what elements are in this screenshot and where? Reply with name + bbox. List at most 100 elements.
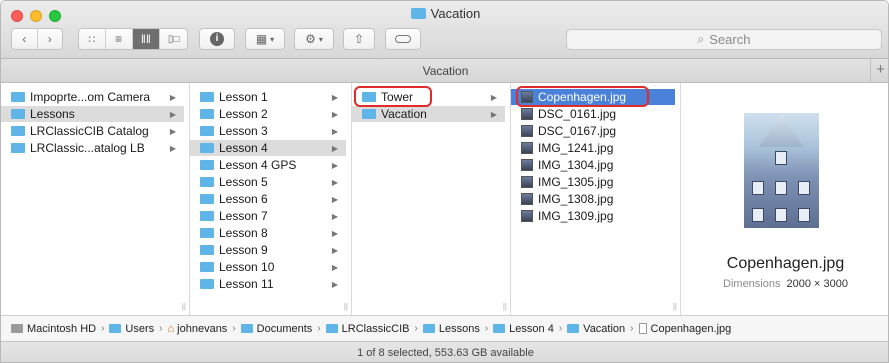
column-resize-handle[interactable]: || xyxy=(182,302,186,311)
folder-icon xyxy=(200,245,214,255)
browser-column[interactable]: || Tower ▶ Vacation ▶ xyxy=(352,83,511,315)
cover-flow-button[interactable]: ▯□ xyxy=(160,29,187,49)
folder-row[interactable]: Lesson 5 ▶ xyxy=(190,174,346,190)
share-icon: ⇧ xyxy=(353,32,365,46)
add-tab-button[interactable]: + xyxy=(870,59,888,83)
folder-row[interactable]: Vacation ▶ xyxy=(352,106,505,122)
search-placeholder: Search xyxy=(709,32,751,47)
list-view-button[interactable]: ≡ xyxy=(106,29,133,49)
file-row[interactable]: IMG_1309.jpg xyxy=(511,208,675,224)
breadcrumb-item[interactable]: Copenhagen.jpg xyxy=(638,323,731,335)
chevron-down-icon: ▾ xyxy=(270,34,275,44)
back-button[interactable]: ‹ xyxy=(12,29,38,49)
breadcrumb-item[interactable]: Vacation xyxy=(567,323,625,335)
folder-icon xyxy=(200,177,214,187)
row-label: Lesson 2 xyxy=(219,107,268,121)
disclosure-arrow-icon: ▶ xyxy=(331,143,338,153)
disclosure-arrow-icon: ▶ xyxy=(331,194,338,204)
icon-view-button[interactable]: ∷ xyxy=(79,29,106,49)
row-label: Lesson 5 xyxy=(219,175,268,189)
search-field[interactable]: ⌕ Search xyxy=(566,29,882,50)
file-row[interactable]: DSC_0161.jpg xyxy=(511,106,675,122)
breadcrumb-item[interactable]: Lesson 4 xyxy=(493,323,554,335)
folder-icon xyxy=(200,228,214,238)
breadcrumb-label: johnevans xyxy=(177,322,228,335)
folder-row[interactable]: Lesson 11 ▶ xyxy=(190,276,346,292)
breadcrumb-item[interactable]: LRClassicCIB xyxy=(325,323,410,335)
file-row[interactable]: IMG_1241.jpg xyxy=(511,140,675,156)
breadcrumb-item[interactable]: Users xyxy=(109,323,154,335)
folder-row[interactable]: Lesson 4 GPS ▶ xyxy=(190,157,346,173)
breadcrumb-separator-icon: › xyxy=(558,323,563,334)
row-label: Lesson 11 xyxy=(219,277,274,291)
column-resize-handle[interactable]: || xyxy=(344,302,348,311)
column-resize-handle[interactable]: || xyxy=(673,302,677,311)
path-header-label: Vacation xyxy=(422,64,469,78)
folder-row[interactable]: Lesson 6 ▶ xyxy=(190,191,346,207)
action-button[interactable]: ⚙ ▾ xyxy=(294,28,334,50)
row-label: IMG_1304.jpg xyxy=(538,158,614,172)
breadcrumb-item[interactable]: Macintosh HD xyxy=(11,323,96,335)
path-bar: Macintosh HD › Users › ⌂ johnevans › Documents ›… xyxy=(1,315,888,341)
folder-row[interactable]: LRClassic...atalog LB ▶ xyxy=(1,140,184,156)
disclosure-arrow-icon: ▶ xyxy=(331,177,338,187)
preview-dimensions: Dimensions 2000 × 3000 xyxy=(723,278,848,290)
disclosure-arrow-icon: ▶ xyxy=(331,228,338,238)
row-label: Lesson 3 xyxy=(219,124,268,138)
row-label: IMG_1309.jpg xyxy=(538,209,614,223)
folder-row[interactable]: Lesson 3 ▶ xyxy=(190,123,346,139)
disclosure-arrow-icon: ▶ xyxy=(490,92,497,102)
tags-button[interactable] xyxy=(385,28,421,50)
forward-button[interactable]: › xyxy=(38,29,63,49)
get-info-button[interactable]: i xyxy=(199,28,235,50)
disclosure-arrow-icon: ▶ xyxy=(169,109,176,119)
breadcrumb-item[interactable]: ⌂ johnevans xyxy=(168,323,228,335)
folder-row[interactable]: Lesson 8 ▶ xyxy=(190,225,346,241)
breadcrumb-item[interactable]: Documents xyxy=(240,323,312,335)
browser-column[interactable]: || Lesson 1 ▶ Lesson 2 ▶ Lesson 3 ▶ Lesson 4 ▶ Le… xyxy=(190,83,352,315)
folder-row[interactable]: Lesson 7 ▶ xyxy=(190,208,346,224)
disclosure-arrow-icon: ▶ xyxy=(490,109,497,119)
browser-column[interactable]: || Copenhagen.jpg DSC_0161.jpg DSC_0167.jpg… xyxy=(511,83,681,315)
folder-row[interactable]: Lesson 2 ▶ xyxy=(190,106,346,122)
share-button[interactable]: ⇧ xyxy=(343,28,375,50)
folder-icon xyxy=(200,92,214,102)
plus-icon: + xyxy=(876,61,885,78)
back-forward-group: ‹ › xyxy=(11,28,63,50)
disclosure-arrow-icon: ▶ xyxy=(331,126,338,136)
breadcrumb-item[interactable]: Lessons xyxy=(422,323,480,335)
image-thumbnail-icon xyxy=(521,108,533,120)
list-view-icon: ≡ xyxy=(115,32,123,46)
column-resize-handle[interactable]: || xyxy=(503,302,507,311)
file-row[interactable]: DSC_0167.jpg xyxy=(511,123,675,139)
folder-row[interactable]: LRClassicCIB Catalog ▶ xyxy=(1,123,184,139)
folder-row[interactable]: Lesson 9 ▶ xyxy=(190,242,346,258)
row-label: Lesson 6 xyxy=(219,192,268,206)
row-label: LRClassic...atalog LB xyxy=(30,141,145,155)
folder-icon xyxy=(200,279,214,289)
arrange-button[interactable]: ▦ ▾ xyxy=(245,28,285,50)
folder-row[interactable]: Lesson 4 ▶ xyxy=(190,140,346,156)
row-label: Lesson 9 xyxy=(219,243,268,257)
breadcrumb-separator-icon: › xyxy=(484,323,489,334)
file-row[interactable]: IMG_1304.jpg xyxy=(511,157,675,173)
icon-view-icon: ∷ xyxy=(88,33,96,46)
preview-pane: Copenhagen.jpg Dimensions 2000 × 3000 xyxy=(681,83,888,315)
folder-icon xyxy=(493,324,506,333)
folder-icon xyxy=(422,324,435,333)
folder-row[interactable]: Lesson 10 ▶ xyxy=(190,259,346,275)
file-row[interactable]: IMG_1305.jpg xyxy=(511,174,675,190)
status-bar: 1 of 8 selected, 553.63 GB available xyxy=(1,341,888,362)
column-view-button[interactable]: ‖‖ xyxy=(132,29,161,49)
file-row[interactable]: IMG_1308.jpg xyxy=(511,191,675,207)
folder-icon xyxy=(11,126,25,136)
disclosure-arrow-icon: ▶ xyxy=(331,160,338,170)
row-label: Lesson 4 GPS xyxy=(219,158,297,172)
image-thumbnail-icon xyxy=(521,159,533,171)
folder-row[interactable]: Impoprte...om Camera ▶ xyxy=(1,89,184,105)
folder-row[interactable]: Lessons ▶ xyxy=(1,106,184,122)
browser-column[interactable]: || Impoprte...om Camera ▶ Lessons ▶ LRClassic… xyxy=(1,83,190,315)
file-icon xyxy=(638,323,647,334)
image-thumbnail-icon xyxy=(521,125,533,137)
folder-row[interactable]: Lesson 1 ▶ xyxy=(190,89,346,105)
